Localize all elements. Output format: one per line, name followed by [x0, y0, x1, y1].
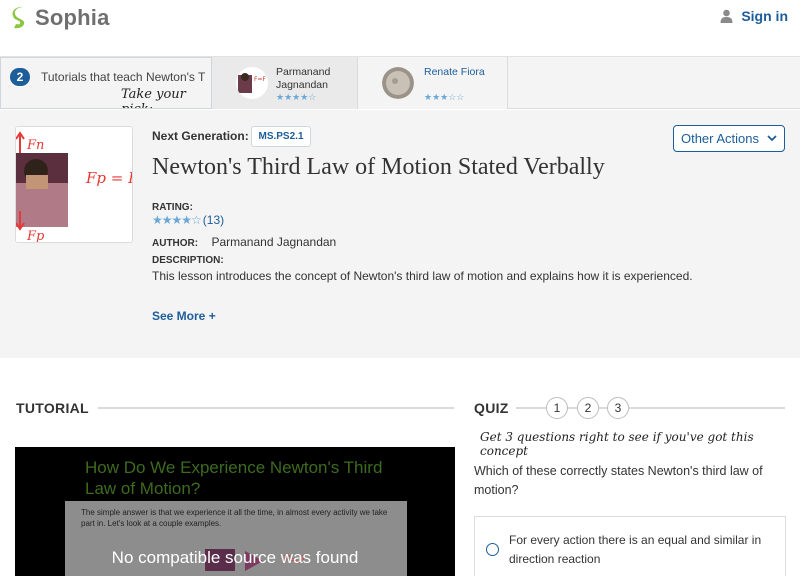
- quiz-question-2[interactable]: 2: [577, 397, 599, 419]
- quiz-question-1[interactable]: 1: [546, 397, 568, 419]
- rating-label: RATING:: [152, 202, 193, 213]
- see-more-link[interactable]: See More +: [152, 309, 216, 323]
- quiz-heading: QUIZ: [474, 400, 509, 416]
- quiz-divider: [568, 407, 577, 409]
- tutorial-count-badge: 2: [10, 68, 30, 86]
- tutorial-selector: 2 Tutorials that teach Newton's T Take y…: [0, 57, 800, 109]
- author-avatar: [382, 67, 414, 99]
- slide-body: The simple answer is that we experience …: [81, 508, 388, 528]
- thumb-label-bottom: Fp: [26, 229, 45, 243]
- tutorial-rating-stars: ★★★★☆: [276, 92, 317, 102]
- description-label: DESCRIPTION:: [152, 255, 224, 266]
- tutorial-rating-stars: ★★★☆☆: [424, 92, 465, 102]
- radio-button[interactable]: [486, 543, 499, 556]
- standard-badge[interactable]: MS.PS2.1: [251, 126, 311, 147]
- other-actions-button[interactable]: Other Actions: [673, 125, 785, 152]
- tutorial-divider: [98, 407, 454, 409]
- video-error-message: No compatible source was found: [111, 548, 359, 567]
- rating-count[interactable]: (13): [203, 213, 224, 227]
- quiz-answer-option[interactable]: For every action there is an equal and s…: [474, 516, 786, 576]
- tutorial-author-name: Renate Fiora: [424, 66, 485, 78]
- description-text: This lesson introduces the concept of Ne…: [152, 269, 693, 283]
- quiz-divider-right: [629, 407, 785, 409]
- video-player[interactable]: How Do We Experience Newton's Third Law …: [15, 447, 455, 576]
- author-avatar: F=F: [236, 67, 268, 99]
- avatar-image: [382, 67, 414, 99]
- rating-row: ★★★★☆ (13): [152, 213, 224, 227]
- answer-text: For every action there is an equal and s…: [509, 533, 762, 566]
- lesson-title: Newton's Third Law of Motion Stated Verb…: [152, 154, 605, 180]
- thumbnail-image: Fn Fp = Fn Fp: [16, 127, 133, 243]
- quiz-hint: Get 3 questions right to see if you've g…: [480, 430, 754, 458]
- quiz-question-text: Which of these correctly states Newton's…: [474, 464, 763, 497]
- quiz-divider: [599, 407, 607, 409]
- sophia-logo[interactable]: Sophia: [10, 4, 110, 32]
- next-generation-label: Next Generation:: [152, 129, 249, 143]
- tutorial-heading: TUTORIAL: [16, 400, 89, 416]
- avatar-image: F=F: [236, 67, 268, 99]
- take-your-pick-text: Take your pick:: [121, 87, 186, 108]
- tutorial-selector-intro: 2 Tutorials that teach Newton's T Take y…: [0, 57, 212, 109]
- quiz-question-3[interactable]: 3: [607, 397, 629, 419]
- tutorial-author-name: Parmanand Jagnandan: [276, 66, 331, 91]
- site-header: Sophia Sign in: [0, 0, 800, 57]
- thumb-label-eq: Fp = Fn: [85, 169, 133, 187]
- logo-text: Sophia: [35, 5, 110, 30]
- lesson-details: Fn Fp = Fn Fp Next Generation: MS.PS2.1 …: [0, 110, 800, 358]
- tutorial-option-fiora[interactable]: Renate Fiora ★★★☆☆: [358, 57, 508, 109]
- thumb-label-top: Fn: [26, 138, 44, 153]
- chevron-down-icon: [767, 135, 777, 142]
- sign-in-label: Sign in: [741, 8, 788, 24]
- user-icon: [720, 9, 733, 23]
- quiz-divider-left: [516, 407, 546, 409]
- author-name: Parmanand Jagnandan: [211, 235, 337, 249]
- svg-text:F=F: F=F: [254, 76, 266, 83]
- author-label: AUTHOR:: [152, 238, 199, 249]
- tutorial-selector-label: Tutorials that teach Newton's T: [41, 70, 206, 84]
- star-rating-icon: ★★★★☆: [152, 213, 202, 227]
- sign-in-link[interactable]: Sign in: [720, 8, 788, 24]
- slide-title: How Do We Experience Newton's Third Law …: [85, 458, 383, 498]
- lesson-thumbnail: Fn Fp = Fn Fp: [15, 126, 133, 243]
- author-row: AUTHOR: Parmanand Jagnandan: [152, 235, 336, 249]
- tutorial-option-jagnandan[interactable]: F=F Parmanand Jagnandan ★★★★☆: [212, 57, 358, 109]
- sophia-logo-icon: [12, 6, 25, 29]
